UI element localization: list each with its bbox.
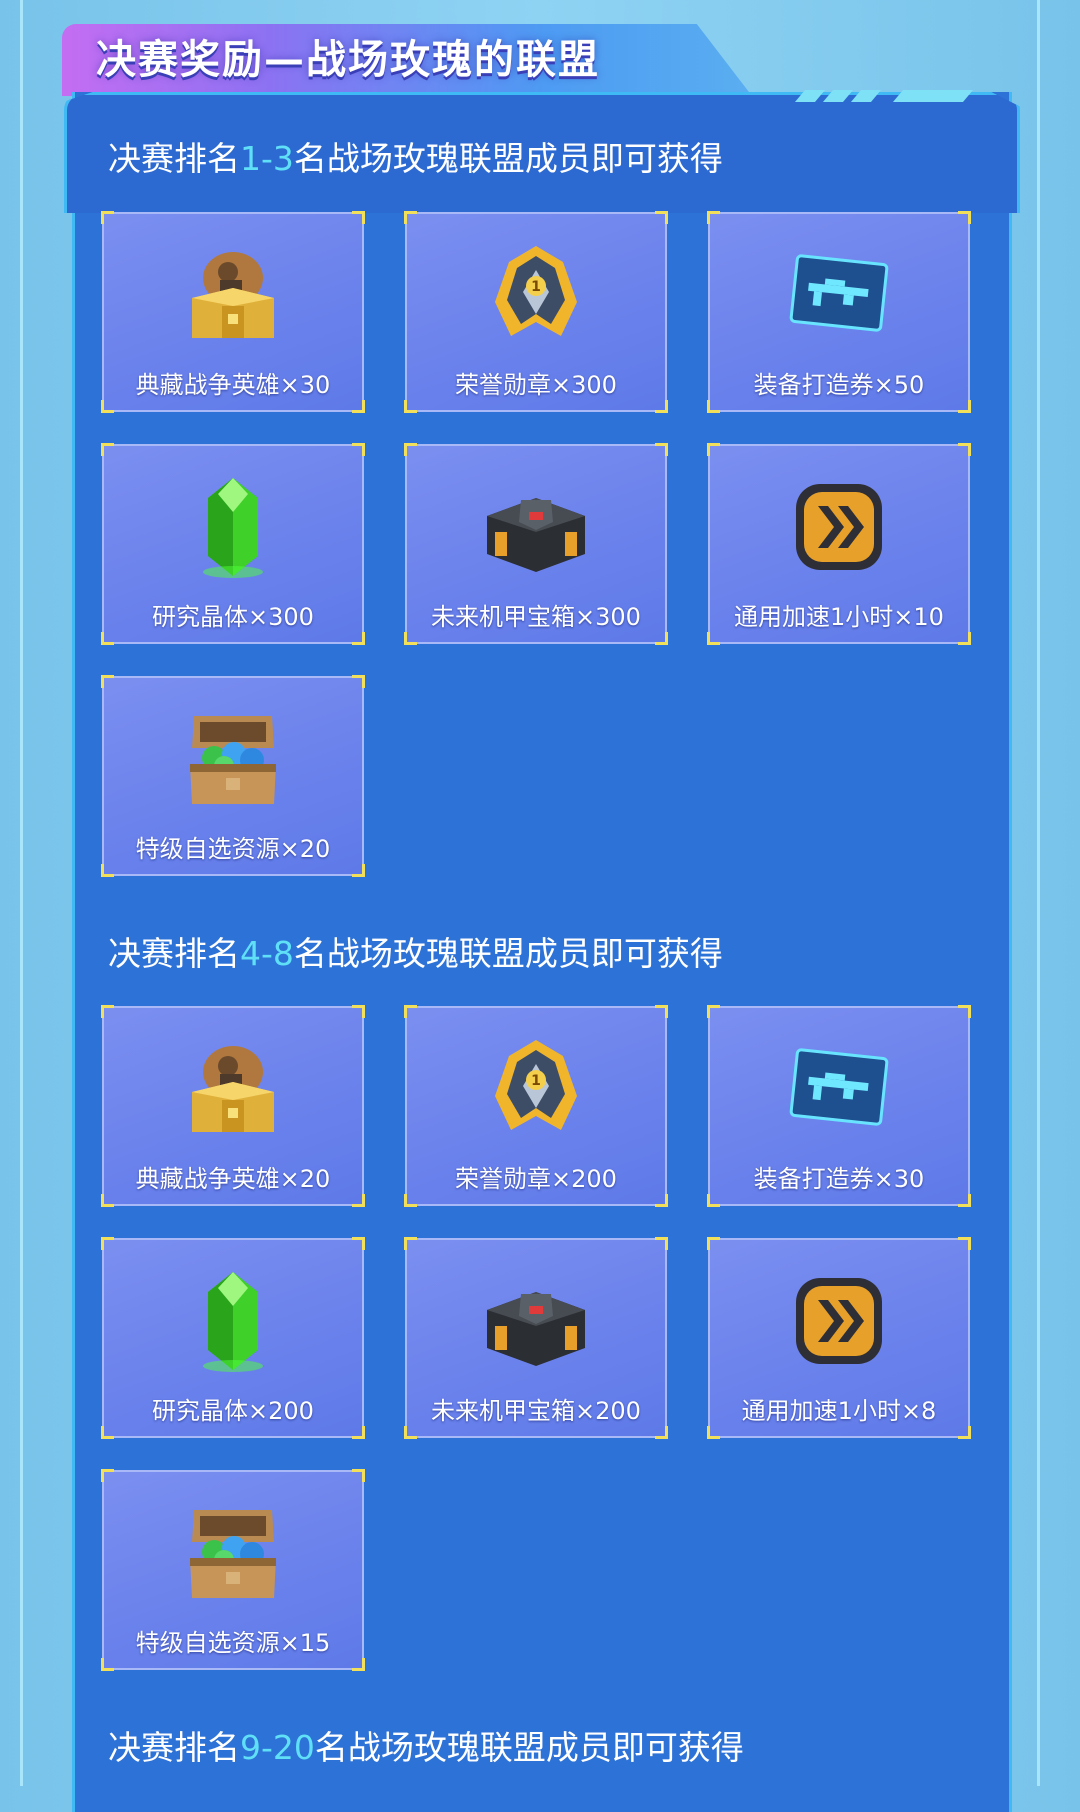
page-title: 决赛奖励—战场玫瑰的联盟	[96, 37, 600, 83]
card-corner-decor	[958, 1005, 971, 1018]
reward-card[interactable]: 研究晶体×300	[101, 443, 365, 645]
card-corner-decor	[707, 632, 720, 645]
reward-card[interactable]: 未来机甲宝箱×200	[404, 1237, 668, 1439]
reward-label: 装备打造券×50	[753, 371, 925, 399]
reward-label: 研究晶体×200	[152, 1397, 314, 1425]
card-corner-decor	[352, 443, 365, 456]
svg-text:1: 1	[531, 1073, 541, 1089]
mech-chest-icon	[481, 1266, 591, 1376]
card-corner-decor	[352, 1237, 365, 1250]
card-corner-decor	[707, 1426, 720, 1439]
section-suffix: 名战场玫瑰联盟成员即可获得	[293, 139, 723, 178]
left-decor-line	[20, 0, 23, 1786]
header-stripes-decor	[794, 90, 974, 102]
speedup-icon	[784, 472, 894, 582]
green-crystal-icon	[178, 1266, 288, 1376]
reward-card[interactable]: 研究晶体×200	[101, 1237, 365, 1439]
card-corner-decor	[404, 400, 417, 413]
mech-chest-icon	[481, 472, 591, 582]
rank-range: 9-20	[240, 1728, 315, 1767]
reward-card[interactable]: 通用加速1小时×8	[707, 1237, 971, 1439]
card-corner-decor	[655, 443, 668, 456]
card-corner-decor	[958, 443, 971, 456]
card-corner-decor	[404, 1194, 417, 1207]
card-corner-decor	[707, 400, 720, 413]
resource-chest-icon	[178, 1498, 288, 1608]
rank-range: 4-8	[240, 934, 294, 973]
reward-label: 典藏战争英雄×20	[135, 1165, 331, 1193]
section-title-rank-9-20: 决赛排名9-20名战场玫瑰联盟成员即可获得	[108, 1723, 744, 1773]
card-corner-decor	[958, 211, 971, 224]
reward-label: 荣誉勋章×300	[455, 371, 617, 399]
honor-medal-icon: 1	[481, 1034, 591, 1144]
reward-label: 特级自选资源×20	[135, 835, 331, 863]
card-corner-decor	[352, 1005, 365, 1018]
reward-label: 典藏战争英雄×30	[135, 371, 331, 399]
reward-label: 装备打造券×30	[753, 1165, 925, 1193]
rank-range: 1-3	[240, 139, 294, 178]
reward-label: 荣誉勋章×200	[455, 1165, 617, 1193]
card-corner-decor	[707, 1194, 720, 1207]
speedup-icon	[784, 1266, 894, 1376]
reward-label: 通用加速1小时×8	[741, 1397, 937, 1425]
card-corner-decor	[655, 1005, 668, 1018]
reward-label: 未来机甲宝箱×300	[431, 603, 641, 631]
reward-card[interactable]: 特级自选资源×20	[101, 675, 365, 877]
section-prefix: 决赛排名	[108, 934, 240, 973]
green-crystal-icon	[178, 472, 288, 582]
reward-label: 特级自选资源×15	[135, 1629, 331, 1657]
section-title-rank-1-3: 决赛排名1-3名战场玫瑰联盟成员即可获得	[108, 134, 723, 184]
card-corner-decor	[101, 400, 114, 413]
reward-label: 通用加速1小时×10	[734, 603, 944, 631]
card-corner-decor	[352, 675, 365, 688]
svg-text:1: 1	[531, 279, 541, 295]
reward-card[interactable]: 典藏战争英雄×20	[101, 1005, 365, 1207]
reward-label: 未来机甲宝箱×200	[431, 1397, 641, 1425]
hero-chest-icon	[178, 240, 288, 350]
card-corner-decor	[655, 211, 668, 224]
card-corner-decor	[101, 1426, 114, 1439]
right-decor-line	[1037, 0, 1040, 1786]
reward-label: 研究晶体×300	[152, 603, 314, 631]
section-suffix: 名战场玫瑰联盟成员即可获得	[314, 1728, 744, 1767]
reward-card[interactable]: 通用加速1小时×10	[707, 443, 971, 645]
weapon-ticket-icon	[784, 240, 894, 350]
card-corner-decor	[101, 1194, 114, 1207]
reward-card[interactable]: 特级自选资源×15	[101, 1469, 365, 1671]
section-prefix: 决赛排名	[108, 139, 240, 178]
section-prefix: 决赛排名	[108, 1728, 240, 1767]
reward-card[interactable]: 装备打造券×50	[707, 211, 971, 413]
weapon-ticket-icon	[784, 1034, 894, 1144]
hero-chest-icon	[178, 1034, 288, 1144]
reward-card[interactable]: 装备打造券×30	[707, 1005, 971, 1207]
card-corner-decor	[101, 632, 114, 645]
resource-chest-icon	[178, 704, 288, 814]
card-corner-decor	[958, 1237, 971, 1250]
section-suffix: 名战场玫瑰联盟成员即可获得	[293, 934, 723, 973]
reward-card[interactable]: 未来机甲宝箱×300	[404, 443, 668, 645]
section-title-rank-4-8: 决赛排名4-8名战场玫瑰联盟成员即可获得	[108, 929, 723, 979]
card-corner-decor	[404, 1426, 417, 1439]
honor-medal-icon: 1	[481, 240, 591, 350]
card-corner-decor	[404, 632, 417, 645]
card-corner-decor	[101, 864, 114, 877]
reward-card[interactable]: 1 荣誉勋章×300	[404, 211, 668, 413]
card-corner-decor	[101, 1658, 114, 1671]
reward-card[interactable]: 1 荣誉勋章×200	[404, 1005, 668, 1207]
card-corner-decor	[352, 1469, 365, 1482]
reward-card[interactable]: 典藏战争英雄×30	[101, 211, 365, 413]
card-corner-decor	[352, 211, 365, 224]
card-corner-decor	[655, 1237, 668, 1250]
